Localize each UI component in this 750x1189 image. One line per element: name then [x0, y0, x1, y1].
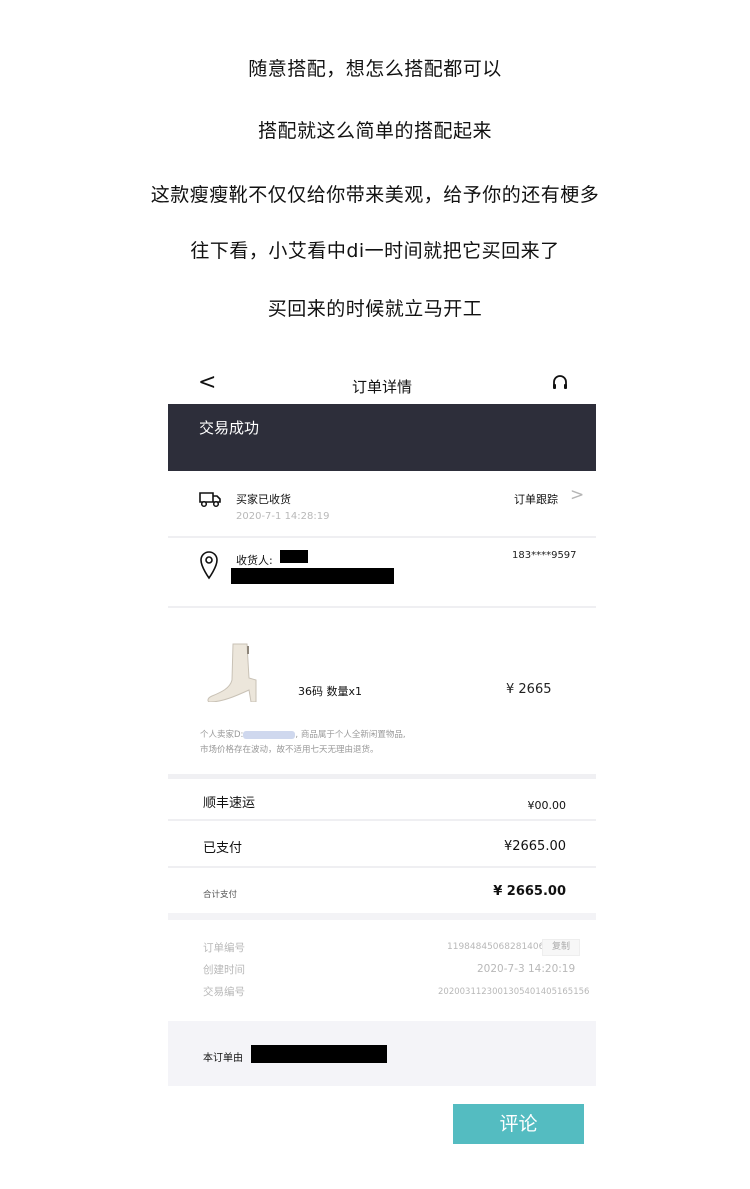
section-divider: [168, 913, 596, 920]
recipient-label: 收货人:: [236, 554, 273, 567]
notice-line-2: 市场价格存在波动，故不适用七天无理由退货。: [200, 745, 379, 755]
trade-number-label: 交易编号: [203, 986, 245, 998]
page-title: 订单详情: [351, 378, 412, 396]
intro-line-2: 搭配就这么简单的搭配起来: [257, 120, 492, 142]
order-info-section: 订单编号 11984845068281406 复制 创建时间 2020-7-3 …: [168, 920, 596, 1020]
total-label: 合计支付: [203, 890, 238, 900]
review-button[interactable]: 评论: [453, 1104, 584, 1144]
redacted-address: [231, 568, 394, 584]
shipping-method: 顺丰速运: [203, 796, 256, 811]
intro-line-5: 买回来的时候就立马开工: [267, 298, 483, 320]
paid-row: 已支付 ¥2665.00: [168, 821, 596, 868]
shipping-section: 买家已收货 2020-7-1 14:28:19 订单跟踪 >: [168, 471, 596, 538]
recipient-phone: 183****9597: [512, 550, 577, 561]
order-number-value: 11984845068281406: [447, 942, 545, 952]
order-status: 交易成功: [199, 419, 260, 437]
redacted-recipient-name: [280, 550, 308, 563]
shipping-cost: ¥00.00: [527, 799, 567, 812]
paid-amount: ¥2665.00: [503, 839, 566, 854]
trade-number-value: 20200311230013054014051651​56: [438, 987, 590, 997]
copy-button[interactable]: 复制: [542, 939, 580, 956]
product-spec: 36码 数量x1: [298, 685, 363, 698]
total-row: 合计支付 ¥ 2665.00: [168, 868, 596, 912]
blurred-seller-id: [243, 730, 296, 739]
intro-line-3: 这款瘦瘦靴不仅仅给你带来美观，给予你的还有梗多: [150, 184, 600, 206]
footer-section: 本订单由: [168, 1021, 596, 1086]
status-banner: 交易成功: [168, 404, 596, 471]
intro-line-4: 往下看，小艾看中di一时间就把它买回来了: [190, 240, 560, 262]
shipping-time: 2020-7-1 14:28:19: [236, 511, 330, 522]
notice-prefix: 个人卖家D:: [200, 730, 244, 740]
seller-notice: 个人卖家D: , 商品属于个人全新闲置物品, 市场价格存在波动，故不适用七天无理由…: [200, 728, 580, 758]
total-amount: ¥ 2665.00: [493, 884, 566, 899]
headset-icon[interactable]: [551, 374, 569, 392]
intro-line-1: 随意搭配，想怎么搭配都可以: [248, 58, 502, 80]
chevron-right-icon[interactable]: >: [570, 485, 584, 505]
created-time-label: 创建时间: [203, 964, 245, 976]
order-tracking-link[interactable]: 订单跟踪: [514, 491, 558, 507]
created-time-value: 2020-7-3 14:20:19: [477, 963, 576, 975]
order-number-label: 订单编号: [203, 942, 245, 954]
redacted-footer-info: [251, 1045, 387, 1063]
shipping-cost-row: 顺丰速运 ¥00.00: [168, 779, 596, 821]
paid-label: 已支付: [203, 841, 243, 856]
truck-icon: [199, 492, 221, 508]
notice-suffix: , 商品属于个人全新闲置物品,: [295, 730, 406, 740]
footer-text: 本订单由: [203, 1053, 243, 1064]
shipping-status: 买家已收货: [236, 493, 291, 506]
location-pin-icon: [200, 551, 218, 580]
product-section: 36码 数量x1 ¥ 2665 个人卖家D: , 商品属于个人全新闲置物品, 市场…: [168, 608, 596, 774]
product-image[interactable]: [206, 626, 266, 702]
product-price: ¥ 2665: [506, 682, 552, 697]
nav-bar: < 订单详情: [168, 366, 596, 404]
order-detail-screen: < 订单详情 交易成功 买家已收货 2020-7-1 14:28:19 订单跟踪…: [168, 366, 596, 1086]
address-section: 收货人: 183****9597: [168, 538, 596, 608]
